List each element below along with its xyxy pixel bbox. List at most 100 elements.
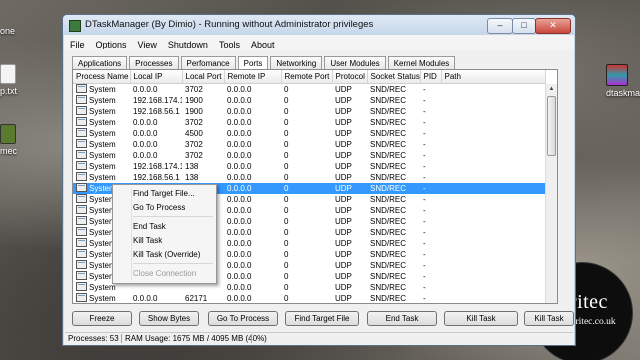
kill-task-override-button[interactable]: Kill Task: [524, 311, 574, 326]
find-target-file-button[interactable]: Find Target File: [285, 311, 359, 326]
table-row[interactable]: System 0.0.0.0 62171 0.0.0.0 0 UDP SND/REC -: [73, 293, 545, 303]
table-cell: 0: [284, 95, 289, 105]
table-row[interactable]: System 0.0.0.0 3702 0.0.0.0 0 UDP SND/REC -: [73, 139, 545, 150]
table-cell: -: [423, 161, 426, 171]
close-button[interactable]: ✕: [535, 18, 571, 34]
title-bar[interactable]: DTaskManager (By Dimio) - Running withou…: [63, 15, 575, 35]
table-cell: 0: [284, 172, 289, 182]
process-name-cell: System: [73, 172, 130, 183]
table-cell: 4500: [185, 128, 203, 138]
table-cell: 0.0.0.0: [133, 117, 158, 127]
table-cell: 0: [284, 260, 289, 270]
column-header[interactable]: Local IP: [130, 70, 183, 84]
table-row[interactable]: System 0.0.0.0 3702 0.0.0.0 0 UDP SND/REC -: [73, 84, 545, 96]
column-header[interactable]: Protocol: [332, 70, 368, 84]
table-cell: UDP: [335, 161, 352, 171]
table-cell: SND/REC: [370, 95, 407, 105]
table-cell: 0: [284, 216, 289, 226]
table-cell: 0.0.0.0: [227, 106, 252, 116]
table-cell: 0.0.0.0: [133, 150, 158, 160]
column-header[interactable]: Process Name: [73, 70, 131, 84]
table-cell: UDP: [335, 150, 352, 160]
table-cell: SND/REC: [370, 84, 407, 94]
desktop-icon-text-file[interactable]: p.txt: [0, 64, 17, 96]
ctx-end-task[interactable]: End Task: [133, 222, 166, 231]
minimize-button[interactable]: –: [487, 18, 513, 34]
kill-task-button[interactable]: Kill Task: [444, 311, 518, 326]
menu-separator: [133, 216, 213, 217]
text-file-icon: [0, 64, 16, 84]
go-to-process-button[interactable]: Go To Process: [208, 311, 278, 326]
table-row[interactable]: System 0.0.0.0 3702 0.0.0.0 0 UDP SND/REC -: [73, 117, 545, 128]
table-cell: 62171: [185, 293, 208, 303]
table-cell: UDP: [335, 260, 352, 270]
table-cell: SND/REC: [370, 194, 407, 204]
table-cell: -: [423, 84, 426, 94]
column-header[interactable]: Path: [441, 70, 546, 84]
column-header[interactable]: Remote IP: [224, 70, 282, 84]
process-window-icon: [76, 95, 87, 104]
table-cell: [441, 293, 545, 303]
status-bar: Processes: 53 RAM Usage: 1675 MB / 4095 …: [65, 332, 573, 344]
desktop-icon-label: one: [0, 26, 16, 36]
table-cell: [441, 128, 545, 139]
table-cell: [441, 227, 545, 238]
process-window-icon: [76, 183, 87, 192]
table-cell: UDP: [335, 227, 352, 237]
ctx-find-target-file[interactable]: Find Target File...: [133, 189, 195, 198]
table-cell: SND/REC: [370, 238, 407, 248]
desktop-icon-one[interactable]: one: [0, 26, 15, 36]
menu-bar: File Options View Shutdown Tools About: [64, 35, 574, 50]
table-row[interactable]: System 192.168.174.1 1900 0.0.0.0 0 UDP SND/RE…: [73, 95, 545, 106]
desktop-icon-mec[interactable]: mec: [0, 124, 17, 156]
column-header[interactable]: Socket Status: [367, 70, 421, 84]
table-cell: SND/REC: [370, 293, 407, 303]
process-name-text: System: [89, 118, 116, 127]
table-row[interactable]: System 0.0.0.0 3702 0.0.0.0 0 UDP SND/REC -: [73, 150, 545, 161]
table-row[interactable]: System 192.168.56.1 138 0.0.0.0 0 UDP SND/REC -: [73, 172, 545, 183]
table-cell: SND/REC: [370, 282, 407, 292]
column-header[interactable]: PID: [420, 70, 442, 84]
table-cell: UDP: [335, 139, 352, 149]
table-cell: 0.0.0.0: [227, 249, 252, 259]
vertical-scrollbar[interactable]: ▲: [545, 84, 557, 303]
process-window-icon: [76, 194, 87, 203]
table-cell: -: [423, 293, 426, 303]
end-task-button[interactable]: End Task: [367, 311, 437, 326]
show-bytes-button[interactable]: Show Bytes: [139, 311, 199, 326]
scroll-up-arrow-icon[interactable]: ▲: [546, 84, 557, 94]
maximize-button[interactable]: □: [512, 18, 536, 34]
process-name-cell: System: [73, 293, 130, 303]
column-header[interactable]: Remote Port: [281, 70, 333, 84]
table-cell: 0.0.0.0: [227, 95, 252, 105]
ctx-go-to-process[interactable]: Go To Process: [133, 203, 185, 212]
table-cell: 0: [284, 194, 289, 204]
table-cell: 0: [284, 282, 289, 292]
desktop-icon-dtaskman[interactable]: dtaskman: [606, 64, 640, 98]
table-row[interactable]: System 192.168.56.1 1900 0.0.0.0 0 UDP SND/REC…: [73, 106, 545, 117]
ctx-kill-task[interactable]: Kill Task: [133, 236, 162, 245]
process-window-icon: [76, 150, 87, 159]
table-cell: 3702: [185, 84, 203, 94]
ram-usage: RAM Usage: 1675 MB / 4095 MB (40%): [125, 334, 267, 343]
table-cell: SND/REC: [370, 161, 407, 171]
table-row[interactable]: System 0.0.0.0 4500 0.0.0.0 0 UDP SND/REC -: [73, 128, 545, 139]
scrollbar-thumb[interactable]: [547, 96, 556, 156]
table-cell: 0.0.0.0: [224, 183, 281, 194]
table-cell: 0: [284, 128, 289, 138]
process-name-text: System: [89, 151, 116, 160]
table-cell: 0: [284, 227, 289, 237]
table-cell: UDP: [332, 183, 367, 194]
table-cell: UDP: [335, 84, 352, 94]
table-cell: SND/REC: [370, 260, 407, 270]
freeze-button[interactable]: Freeze: [72, 311, 132, 326]
ctx-kill-task-override[interactable]: Kill Task (Override): [133, 250, 200, 259]
table-cell: 0.0.0.0: [133, 84, 158, 94]
dtaskmanager-window: DTaskManager (By Dimio) - Running withou…: [62, 14, 576, 346]
process-count: Processes: 53: [68, 334, 119, 343]
menu-separator: [133, 263, 213, 264]
table-cell: [441, 106, 545, 117]
table-row[interactable]: System 192.168.174.1 138 0.0.0.0 0 UDP SND/REC…: [73, 161, 545, 172]
column-header[interactable]: Local Port: [182, 70, 225, 84]
table-cell: UDP: [335, 172, 352, 182]
